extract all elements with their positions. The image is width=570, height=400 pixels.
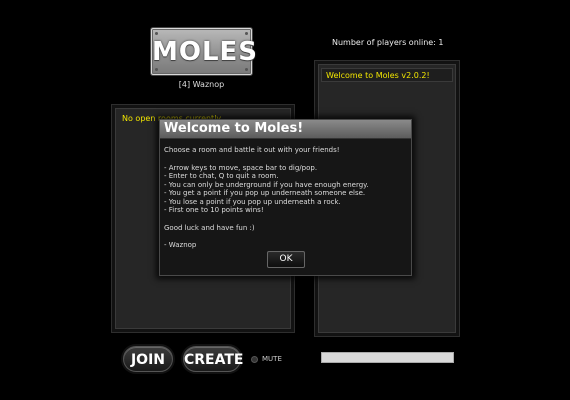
mute-toggle[interactable]: MUTE bbox=[251, 355, 282, 363]
dialog-rule: - First one to 10 points wins! bbox=[164, 206, 264, 214]
dialog-closing: Good luck and have fun :) bbox=[164, 223, 255, 232]
dialog-intro: Choose a room and battle it out with you… bbox=[164, 146, 340, 154]
create-button[interactable]: CREATE bbox=[183, 346, 243, 372]
radio-icon[interactable] bbox=[251, 355, 258, 363]
dialog-rule: - You lose a point if you pop up underne… bbox=[164, 197, 341, 206]
dialog-rule: - Enter to chat, Q to quit a room. bbox=[164, 172, 279, 180]
username-label: [4] Waznop bbox=[178, 80, 225, 89]
dialog-rule: - You get a point if you pop up undernea… bbox=[164, 189, 366, 197]
join-button[interactable]: JOIN bbox=[123, 346, 173, 372]
welcome-dialog: Welcome to Moles! Choose a room and batt… bbox=[159, 119, 412, 276]
dialog-titlebar: Welcome to Moles! bbox=[160, 120, 411, 139]
bolt-icon bbox=[245, 32, 248, 35]
bolt-icon bbox=[155, 68, 158, 71]
moles-logo: MOLES bbox=[151, 28, 259, 75]
dialog-rule: - Arrow keys to move, space bar to dig/p… bbox=[164, 163, 318, 172]
mute-label: MUTE bbox=[262, 355, 282, 363]
players-online-count: Number of players online: 1 bbox=[332, 38, 444, 47]
dialog-title: Welcome to Moles! bbox=[164, 121, 304, 136]
bolt-icon bbox=[245, 68, 248, 71]
dialog-body: Choose a room and battle it out with you… bbox=[164, 146, 407, 250]
logo-title: MOLES bbox=[152, 37, 259, 67]
bolt-icon bbox=[155, 32, 158, 35]
dialog-signature: - Waznop bbox=[164, 241, 197, 249]
chat-input[interactable] bbox=[321, 352, 454, 363]
dialog-rule: - You can only be underground if you hav… bbox=[164, 180, 369, 189]
ok-button[interactable]: OK bbox=[267, 251, 305, 268]
chat-message: Welcome to Moles v2.0.2! bbox=[321, 68, 453, 82]
